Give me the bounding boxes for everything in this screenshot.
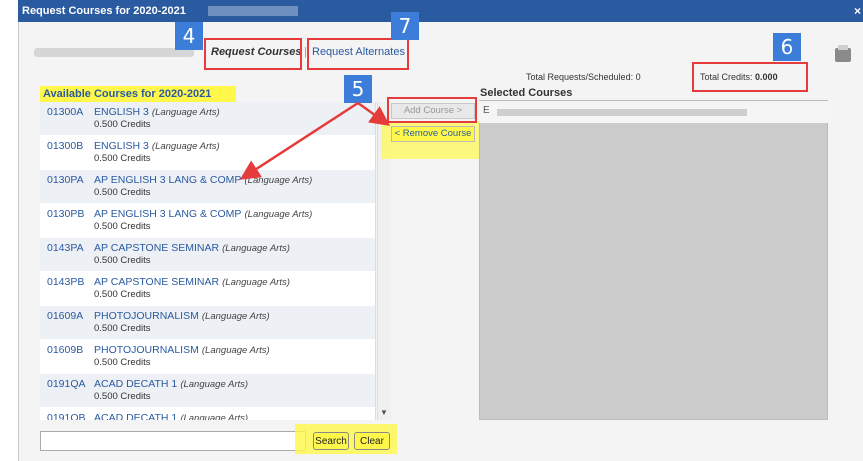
- course-department: (Language Arts): [244, 209, 313, 220]
- total-requests-value: 0: [635, 72, 641, 82]
- clear-button[interactable]: Clear: [354, 432, 390, 450]
- course-department: (Language Arts): [201, 311, 270, 322]
- course-title-line: 0130PB AP ENGLISH 3 LANG & COMP (Language…: [47, 208, 369, 220]
- course-credits: 0.500 Credits: [94, 357, 151, 368]
- course-department: (Language Arts): [151, 107, 220, 118]
- remove-course-button[interactable]: < Remove Course: [391, 126, 475, 142]
- course-code[interactable]: 0143PB: [47, 276, 94, 288]
- course-credits: 0.500 Credits: [94, 187, 151, 198]
- course-department: (Language Arts): [244, 175, 313, 186]
- course-credits: 0.500 Credits: [94, 153, 151, 164]
- course-name[interactable]: ACAD DECATH 1: [94, 412, 177, 420]
- blurred-student-name: [208, 6, 298, 16]
- annotation-box-total-credits: [692, 62, 808, 92]
- annotation-box-add-button: [387, 97, 477, 123]
- course-code[interactable]: 01609B: [47, 344, 94, 356]
- available-courses-title: Available Courses for 2020-2021: [40, 86, 236, 102]
- course-department: (Language Arts): [180, 379, 249, 390]
- course-list-item[interactable]: 0191QB ACAD DECATH 1 (Language Arts): [40, 408, 375, 420]
- course-name[interactable]: ENGLISH 3: [94, 140, 149, 152]
- course-name[interactable]: PHOTOJOURNALISM: [94, 344, 199, 356]
- search-input[interactable]: [40, 431, 306, 451]
- window-title: Request Courses for 2020-2021: [22, 5, 186, 17]
- search-button[interactable]: Search: [313, 432, 349, 450]
- annotation-badge-6: 6: [773, 33, 801, 61]
- course-list-item[interactable]: 0143PA AP CAPSTONE SEMINAR (Language Arts…: [40, 238, 375, 272]
- course-title-line: 0191QA ACAD DECATH 1 (Language Arts): [47, 378, 369, 390]
- annotation-box-request-tab: [204, 38, 302, 70]
- course-title-line: 0130PA AP ENGLISH 3 LANG & COMP (Language…: [47, 174, 369, 186]
- course-code[interactable]: 01300B: [47, 140, 94, 152]
- course-code[interactable]: 0143PA: [47, 242, 94, 254]
- total-requests: Total Requests/Scheduled: 0: [526, 72, 641, 82]
- course-credits: 0.500 Credits: [94, 289, 151, 300]
- selected-courses-title: Selected Courses: [480, 87, 573, 99]
- blurred-selected-course: [497, 109, 747, 116]
- course-name[interactable]: ACAD DECATH 1: [94, 378, 177, 390]
- course-title-line: 0143PB AP CAPSTONE SEMINAR (Language Arts…: [47, 276, 369, 288]
- course-title-line: 01300A ENGLISH 3 (Language Arts): [47, 106, 369, 118]
- course-name[interactable]: AP ENGLISH 3 LANG & COMP: [94, 208, 241, 220]
- course-list-item[interactable]: 0130PA AP ENGLISH 3 LANG & COMP (Language…: [40, 170, 375, 204]
- selected-course-row[interactable]: E: [479, 101, 828, 123]
- window-titlebar: Request Courses for 2020-2021 ×: [18, 0, 863, 22]
- annotation-badge-5: 5: [344, 75, 372, 103]
- course-code[interactable]: 0130PA: [47, 174, 94, 186]
- course-list-item[interactable]: 0143PB AP CAPSTONE SEMINAR (Language Arts…: [40, 272, 375, 306]
- course-department: (Language Arts): [222, 277, 290, 288]
- course-name[interactable]: AP CAPSTONE SEMINAR: [94, 242, 219, 254]
- course-department: (Language Arts): [151, 141, 220, 152]
- course-title-line: 0191QB ACAD DECATH 1 (Language Arts): [47, 412, 369, 420]
- course-name[interactable]: ENGLISH 3: [94, 106, 149, 118]
- course-title-line: 01609B PHOTOJOURNALISM (Language Arts): [47, 344, 369, 356]
- course-list-item[interactable]: 01300A ENGLISH 3 (Language Arts) 0.500 Cre…: [40, 102, 375, 136]
- annotation-badge-7: 7: [391, 12, 419, 40]
- available-courses-list[interactable]: 01300A ENGLISH 3 (Language Arts) 0.500 Cre…: [40, 102, 376, 420]
- course-title-line: 01609A PHOTOJOURNALISM (Language Arts): [47, 310, 369, 322]
- course-name[interactable]: PHOTOJOURNALISM: [94, 310, 199, 322]
- course-list-item[interactable]: 01609A PHOTOJOURNALISM (Language Arts) 0.5…: [40, 306, 375, 340]
- total-requests-label: Total Requests/Scheduled:: [526, 72, 634, 82]
- course-credits: 0.500 Credits: [94, 119, 151, 130]
- course-credits: 0.500 Credits: [94, 221, 151, 232]
- course-list-item[interactable]: 0191QA ACAD DECATH 1 (Language Arts) 0.500…: [40, 374, 375, 408]
- course-code[interactable]: 01300A: [47, 106, 94, 118]
- course-title-line: 0143PA AP CAPSTONE SEMINAR (Language Arts…: [47, 242, 369, 254]
- course-list-item[interactable]: 01609B PHOTOJOURNALISM (Language Arts) 0.5…: [40, 340, 375, 374]
- print-icon[interactable]: [835, 45, 851, 62]
- annotation-box-alternates-tab: [307, 38, 409, 70]
- course-department: (Language Arts): [222, 243, 290, 254]
- close-icon[interactable]: ×: [854, 0, 861, 22]
- course-code[interactable]: 0191QB: [47, 412, 94, 420]
- scroll-down-icon[interactable]: ▼: [380, 408, 388, 417]
- course-name[interactable]: AP ENGLISH 3 LANG & COMP: [94, 174, 241, 186]
- course-department: (Language Arts): [201, 345, 270, 356]
- course-code[interactable]: 01609A: [47, 310, 94, 322]
- course-title-line: 01300B ENGLISH 3 (Language Arts): [47, 140, 369, 152]
- course-list-item[interactable]: 01300B ENGLISH 3 (Language Arts) 0.500 Cre…: [40, 136, 375, 170]
- course-code[interactable]: 0130PB: [47, 208, 94, 220]
- course-credits: 0.500 Credits: [94, 391, 151, 402]
- annotation-badge-4: 4: [175, 22, 203, 50]
- course-code[interactable]: 0191QA: [47, 378, 94, 390]
- course-credits: 0.500 Credits: [94, 323, 151, 334]
- course-name[interactable]: AP CAPSTONE SEMINAR: [94, 276, 219, 288]
- selected-course-initial: E: [483, 105, 490, 116]
- selected-courses-list[interactable]: [479, 100, 828, 420]
- course-credits: 0.500 Credits: [94, 255, 151, 266]
- course-list-item[interactable]: 0130PB AP ENGLISH 3 LANG & COMP (Language…: [40, 204, 375, 238]
- course-department: (Language Arts): [180, 413, 249, 420]
- blurred-student-info: [34, 48, 194, 57]
